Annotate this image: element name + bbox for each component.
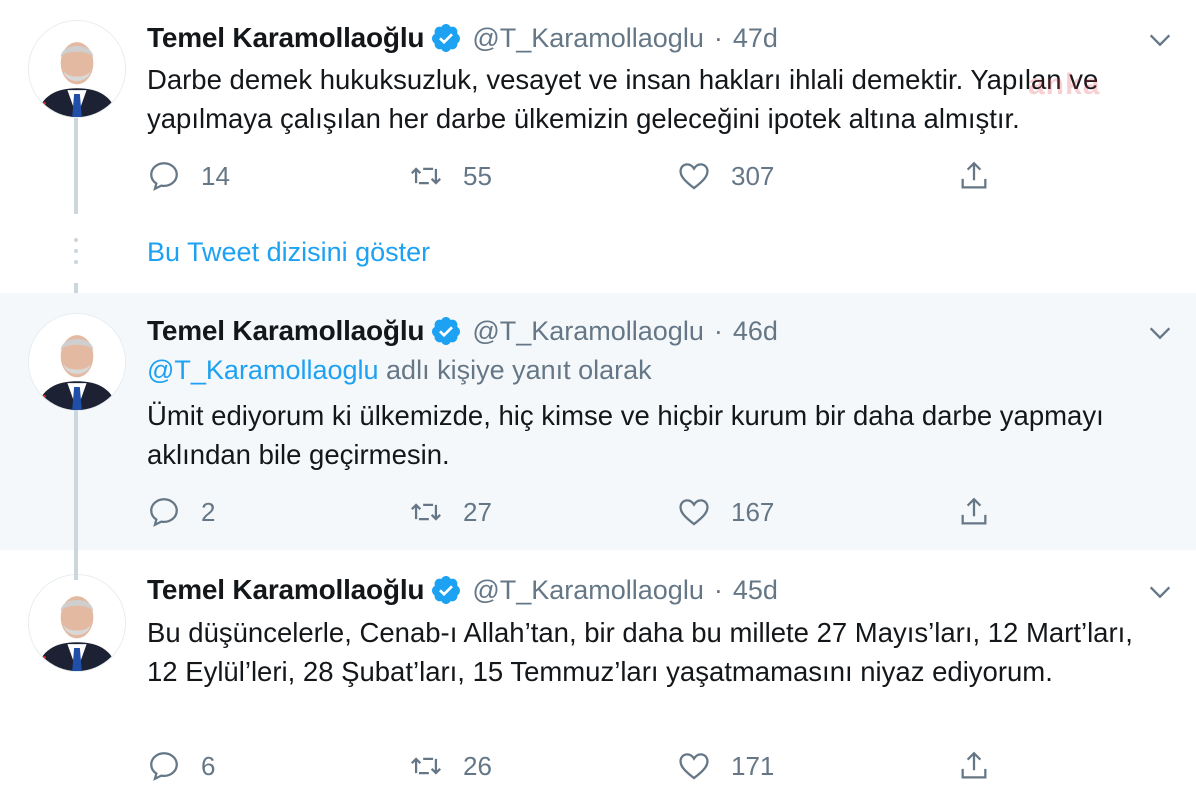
- tweet-actions: 6 26 171: [147, 746, 1007, 786]
- author-name[interactable]: Temel Karamollaoğlu: [147, 574, 425, 606]
- verified-badge-icon: [432, 576, 461, 604]
- share-icon: [961, 751, 987, 779]
- share-icon: [961, 497, 987, 525]
- chevron-down-icon[interactable]: [1146, 578, 1174, 606]
- separator: ·: [713, 574, 723, 605]
- retweet-count: 55: [463, 160, 492, 191]
- reply-icon: [150, 752, 178, 781]
- reply-count: 6: [201, 750, 216, 781]
- reply-icon: [150, 498, 178, 527]
- verified-badge-icon: [432, 24, 461, 52]
- share-icon: [961, 161, 987, 189]
- reply-count: 14: [201, 160, 230, 191]
- like-button[interactable]: 171: [677, 746, 774, 786]
- reply-button[interactable]: 6: [147, 746, 215, 786]
- reply-button[interactable]: 14: [147, 156, 230, 196]
- reply-to-handle[interactable]: @T_Karamollaoglu: [147, 355, 379, 385]
- watermark: anka: [1028, 68, 1101, 101]
- reply-to-suffix: adlı kişiye yanıt olarak: [378, 355, 652, 385]
- retweet-icon: [411, 503, 441, 521]
- like-button[interactable]: 307: [677, 156, 774, 196]
- author-name[interactable]: Temel Karamollaoğlu: [147, 315, 425, 347]
- verified-badge-icon: [432, 317, 461, 345]
- avatar[interactable]: [28, 313, 126, 411]
- retweet-count: 27: [463, 496, 492, 527]
- thread-line: [74, 410, 78, 580]
- chevron-down-icon[interactable]: [1146, 26, 1174, 54]
- retweet-button[interactable]: 55: [409, 156, 492, 196]
- heart-icon: [679, 163, 709, 190]
- like-count: 171: [731, 750, 775, 781]
- like-button[interactable]: 167: [677, 492, 774, 532]
- retweet-count: 26: [463, 750, 492, 781]
- retweet-icon: [411, 167, 441, 185]
- like-count: 167: [731, 496, 775, 527]
- share-button[interactable]: [957, 156, 991, 196]
- retweet-button[interactable]: 27: [409, 492, 492, 532]
- tweet-text: Darbe demek hukuksuzluk, vesayet ve insa…: [147, 64, 1099, 134]
- share-button[interactable]: [957, 746, 991, 786]
- separator: ·: [713, 315, 723, 346]
- reply-count: 2: [201, 496, 216, 527]
- tweet-header: Temel Karamollaoğlu @T_Karamollaoglu · 4…: [147, 18, 778, 58]
- tweet-text: Bu düşüncelerle, Cenab-ı Allah’tan, bir …: [147, 617, 1133, 687]
- reply-context: @T_Karamollaoglu adlı kişiye yanıt olara…: [147, 355, 652, 386]
- author-handle[interactable]: @T_Karamollaoglu: [472, 23, 704, 54]
- show-thread-link[interactable]: Bu Tweet dizisini göster: [147, 237, 430, 268]
- separator: ·: [713, 22, 723, 53]
- author-handle[interactable]: @T_Karamollaoglu: [472, 316, 704, 347]
- reply-icon: [150, 162, 178, 191]
- like-count: 307: [731, 160, 775, 191]
- tweet-actions: 2 27 167: [147, 492, 1007, 532]
- tweet-actions: 14 55 307: [147, 156, 1007, 196]
- tweet[interactable]: Temel Karamollaoğlu @T_Karamollaoglu · 4…: [0, 550, 1196, 794]
- retweet-button[interactable]: 26: [409, 746, 492, 786]
- tweet-header: Temel Karamollaoğlu @T_Karamollaoglu · 4…: [147, 311, 778, 351]
- timestamp[interactable]: 45d: [733, 575, 778, 606]
- tweet-text: Ümit ediyorum ki ülkemizde, hiç kimse ve…: [147, 400, 1104, 470]
- author-handle[interactable]: @T_Karamollaoglu: [472, 575, 704, 606]
- heart-icon: [679, 499, 709, 526]
- author-name[interactable]: Temel Karamollaoğlu: [147, 22, 425, 54]
- avatar[interactable]: [28, 574, 126, 672]
- tweet[interactable]: Temel Karamollaoğlu @T_Karamollaoglu · 4…: [0, 0, 1196, 267]
- avatar[interactable]: [28, 20, 126, 118]
- thread-gap-dots: [74, 238, 78, 271]
- tweet-header: Temel Karamollaoğlu @T_Karamollaoglu · 4…: [147, 570, 778, 610]
- timestamp[interactable]: 47d: [733, 23, 778, 54]
- timestamp[interactable]: 46d: [733, 316, 778, 347]
- chevron-down-icon[interactable]: [1146, 319, 1174, 347]
- heart-icon: [679, 753, 709, 780]
- share-button[interactable]: [957, 492, 991, 532]
- retweet-icon: [411, 757, 441, 775]
- reply-button[interactable]: 2: [147, 492, 215, 532]
- tweet[interactable]: Temel Karamollaoğlu @T_Karamollaoglu · 4…: [0, 293, 1196, 550]
